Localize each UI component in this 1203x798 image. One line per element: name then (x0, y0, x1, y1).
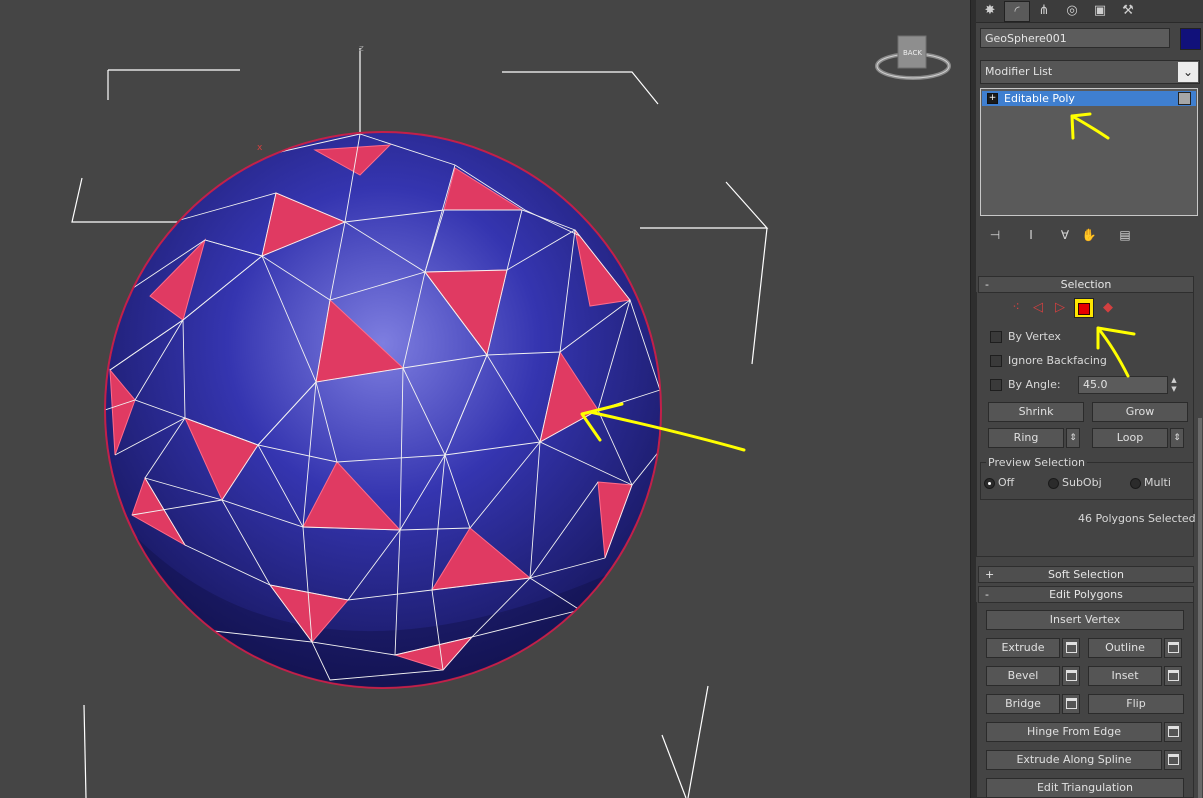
command-panel: ✸ ◜ ⋔ ◎ ▣ ⚒ GeoSphere001 Modifier List ⌄… (976, 0, 1203, 798)
modifier-stack[interactable]: + Editable Poly (980, 88, 1198, 216)
viewport-scene[interactable] (0, 0, 970, 798)
angle-spinner-arrows-icon[interactable]: ▲ ▼ (1169, 376, 1179, 394)
extrude-spline-settings-icon[interactable] (1164, 750, 1182, 770)
preview-selection-title: Preview Selection (986, 456, 1088, 469)
axis-x-label: x (257, 143, 263, 153)
edit-polygons-rollout-header[interactable]: - Edit Polygons (978, 586, 1194, 603)
soft-selection-rollout-header[interactable]: + Soft Selection (978, 566, 1194, 583)
bridge-settings-icon[interactable] (1062, 694, 1080, 714)
ring-button[interactable]: Ring (988, 428, 1064, 448)
preview-off-radio[interactable]: Off (984, 476, 1014, 490)
panel-scrollbar[interactable] (1198, 418, 1202, 798)
geosphere-object[interactable] (100, 131, 662, 700)
preview-subobj-radio[interactable]: SubObj (1048, 476, 1102, 490)
grow-button[interactable]: Grow (1092, 402, 1188, 422)
object-name-field[interactable]: GeoSphere001 (980, 28, 1170, 48)
stack-toolbar: ⊣ Ⅰ ∀ ✋ ▤ (986, 226, 1196, 246)
selection-rollout-title: Selection (1060, 278, 1112, 291)
display-tab-icon[interactable]: ▣ (1088, 1, 1112, 20)
modifier-list-label: Modifier List (985, 65, 1053, 78)
remove-modifier-icon[interactable]: ✋ (1080, 226, 1098, 244)
create-tab-icon[interactable]: ✸ (978, 1, 1002, 20)
outline-settings-icon[interactable] (1164, 638, 1182, 658)
insert-vertex-button[interactable]: Insert Vertex (986, 610, 1184, 630)
axis-z-label: z (359, 44, 364, 54)
collapse-sign: - (985, 588, 989, 601)
extrude-settings-icon[interactable] (1062, 638, 1080, 658)
edit-triangulation-button[interactable]: Edit Triangulation (986, 778, 1184, 798)
utilities-tab-icon[interactable]: ⚒ (1116, 1, 1140, 20)
make-unique-icon[interactable]: ∀ (1056, 226, 1074, 244)
ignore-backfacing-label: Ignore Backfacing (1008, 354, 1107, 367)
stack-item-editable-poly[interactable]: + Editable Poly (982, 91, 1196, 106)
viewcube[interactable] (875, 35, 951, 80)
object-color-swatch[interactable] (1180, 28, 1201, 50)
edit-polygons-title: Edit Polygons (1049, 588, 1123, 601)
hinge-settings-icon[interactable] (1164, 722, 1182, 742)
hinge-from-edge-button[interactable]: Hinge From Edge (986, 722, 1162, 742)
preview-multi-radio[interactable]: Multi (1130, 476, 1171, 490)
bridge-button[interactable]: Bridge (986, 694, 1060, 714)
outline-button[interactable]: Outline (1088, 638, 1162, 658)
selection-rollout-header[interactable]: - Selection (978, 276, 1194, 293)
ignore-backfacing-checkbox[interactable]: Ignore Backfacing (990, 354, 1107, 368)
preview-subobj-label: SubObj (1062, 476, 1102, 489)
by-angle-label: By Angle: (1008, 378, 1061, 391)
bevel-settings-icon[interactable] (1062, 666, 1080, 686)
collapse-sign: - (985, 278, 989, 291)
flip-button[interactable]: Flip (1088, 694, 1184, 714)
loop-button[interactable]: Loop (1092, 428, 1168, 448)
vertex-level-icon[interactable]: ⁖ (1006, 298, 1026, 318)
ring-spinner-icon[interactable]: ⇕ (1066, 428, 1080, 448)
viewcube-face-label[interactable]: BACK (903, 49, 922, 57)
by-vertex-checkbox[interactable]: By Vertex (990, 330, 1061, 344)
command-panel-tabs: ✸ ◜ ⋔ ◎ ▣ ⚒ (976, 0, 1203, 23)
extrude-button[interactable]: Extrude (986, 638, 1060, 658)
expand-sign: + (985, 568, 995, 581)
hierarchy-tab-icon[interactable]: ⋔ (1032, 1, 1056, 20)
edge-level-icon[interactable]: ◁ (1028, 298, 1048, 318)
modify-tab-icon[interactable]: ◜ (1004, 1, 1030, 22)
shrink-button[interactable]: Shrink (988, 402, 1084, 422)
stack-item-label: Editable Poly (1004, 92, 1075, 105)
chevron-down-icon[interactable]: ⌄ (1178, 62, 1198, 82)
configure-sets-icon[interactable]: ▤ (1116, 226, 1134, 244)
pin-stack-icon[interactable]: ⊣ (986, 226, 1004, 244)
show-end-result-icon[interactable]: Ⅰ (1022, 226, 1040, 244)
modifier-toggle-icon[interactable] (1178, 92, 1191, 105)
inset-button[interactable]: Inset (1088, 666, 1162, 686)
modifier-list-dropdown[interactable]: Modifier List ⌄ (980, 60, 1200, 84)
angle-spinner-field[interactable]: 45.0 (1078, 376, 1168, 394)
soft-selection-title: Soft Selection (1048, 568, 1124, 581)
motion-tab-icon[interactable]: ◎ (1060, 1, 1084, 20)
by-angle-checkbox[interactable]: By Angle: (990, 378, 1061, 392)
preview-multi-label: Multi (1144, 476, 1171, 489)
bevel-button[interactable]: Bevel (986, 666, 1060, 686)
inset-settings-icon[interactable] (1164, 666, 1182, 686)
border-level-icon[interactable]: ▷ (1050, 298, 1070, 318)
element-level-icon[interactable]: ◆ (1098, 298, 1118, 318)
selection-status-text: 46 Polygons Selected (1078, 512, 1196, 525)
extrude-along-spline-button[interactable]: Extrude Along Spline (986, 750, 1162, 770)
expand-plus-icon[interactable]: + (987, 93, 998, 104)
by-vertex-label: By Vertex (1008, 330, 1061, 343)
perspective-viewport[interactable]: z x BACK (0, 0, 970, 798)
loop-spinner-icon[interactable]: ⇕ (1170, 428, 1184, 448)
polygon-level-icon[interactable] (1074, 298, 1094, 318)
preview-off-label: Off (998, 476, 1015, 489)
